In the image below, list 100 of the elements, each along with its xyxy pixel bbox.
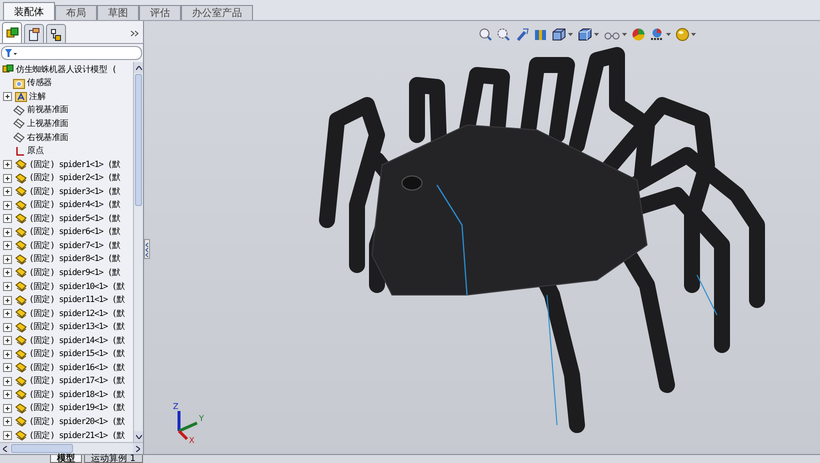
tree-item[interactable]: 上视基准面 [27, 118, 69, 130]
tree-item[interactable]: 原点 [27, 145, 44, 158]
caret-icon[interactable] [622, 33, 627, 36]
tree-item[interactable]: (固定) spider20<1> (默 [29, 416, 125, 428]
tree-item[interactable]: (固定) spider15<1> (默 [29, 348, 125, 360]
expand-toggle-icon[interactable] [3, 431, 12, 440]
tree-item[interactable]: (固定) spider5<1> (默 [29, 212, 120, 225]
expand-toggle-icon[interactable] [3, 309, 12, 318]
expand-toggle-icon[interactable] [3, 296, 12, 305]
command-tab[interactable]: 装配体 [3, 2, 55, 20]
configuration-icon [50, 28, 62, 40]
expand-toggle-icon[interactable] [3, 417, 12, 426]
part-icon [15, 186, 27, 198]
feature-tree-icon [6, 27, 18, 39]
part-icon [15, 322, 27, 333]
tree-item[interactable]: (固定) spider10<1> (默 [29, 280, 125, 293]
caret-icon[interactable] [691, 33, 696, 36]
tree-item[interactable]: (固定) spider7<1> (默 [29, 240, 120, 252]
expand-toggle-icon[interactable] [3, 200, 12, 210]
zoom-area-icon[interactable] [497, 28, 510, 41]
expand-toggle-icon[interactable] [3, 350, 12, 359]
expand-toggle-icon[interactable] [3, 92, 12, 102]
expand-toggle-icon[interactable] [3, 160, 12, 170]
expand-toggle-icon[interactable] [3, 187, 12, 196]
part-icon [15, 172, 27, 184]
tree-item[interactable]: (固定) spider6<1> (默 [29, 226, 120, 238]
tree-item[interactable]: (固定) spider13<1> (默 [29, 321, 125, 334]
tree-item[interactable]: 右视基准面 [27, 132, 69, 144]
command-tab[interactable]: 草图 [97, 5, 139, 20]
part-icon [15, 200, 27, 211]
panel-splitter-handle[interactable] [144, 239, 150, 259]
tree-item[interactable]: (固定) spider1<1> (默 [29, 158, 120, 171]
tree-item[interactable]: 前视基准面 [27, 104, 69, 116]
expand-toggle-icon[interactable] [3, 363, 12, 372]
part-icon [15, 213, 27, 224]
section-view-icon[interactable] [534, 28, 547, 41]
manager-tab[interactable] [46, 24, 66, 43]
tree-item[interactable]: (固定) spider4<1> (默 [29, 199, 120, 212]
scene-icon[interactable] [650, 28, 664, 41]
expand-toggle-icon[interactable] [3, 241, 12, 250]
scroll-left-button[interactable] [0, 443, 10, 454]
tree-item[interactable]: (固定) spider9<1> (默 [29, 266, 120, 279]
tree-item[interactable]: 注解 [29, 90, 46, 103]
horizontal-scrollbar-thumb[interactable] [11, 444, 73, 453]
expand-toggle-icon[interactable] [3, 336, 12, 346]
scroll-down-button[interactable] [134, 431, 143, 442]
part-icon [15, 362, 27, 374]
scroll-up-button[interactable] [134, 62, 143, 73]
view-orientation-icon[interactable] [552, 28, 566, 41]
annotation-folder-icon [15, 91, 27, 102]
tree-item[interactable]: 仿生蜘蛛机器人设计模型 ( [16, 64, 116, 76]
expand-toggle-icon[interactable] [3, 404, 12, 413]
tree-item[interactable]: (固定) spider21<1> (默 [29, 430, 125, 442]
tree-item[interactable]: (固定) spider2<1> (默 [29, 172, 120, 184]
scroll-right-button[interactable] [133, 443, 143, 454]
command-tab[interactable]: 评估 [139, 5, 181, 20]
previous-view-icon[interactable] [515, 28, 529, 41]
tree-item[interactable]: (固定) spider8<1> (默 [29, 253, 120, 266]
realview-sphere-icon[interactable] [676, 28, 689, 41]
expand-toggle-icon[interactable] [3, 282, 12, 292]
caret-icon[interactable] [568, 33, 573, 36]
tree-item[interactable]: (固定) spider3<1> (默 [29, 186, 120, 198]
expand-toggle-icon[interactable] [3, 390, 12, 400]
tree-item[interactable]: (固定) spider16<1> (默 [29, 362, 125, 374]
tree-item[interactable]: 传感器 [27, 77, 52, 90]
command-tab[interactable]: 办公室产品 [181, 5, 253, 20]
expand-chevron-icon[interactable] [130, 30, 139, 37]
caret-icon[interactable] [594, 33, 599, 36]
tree-item[interactable]: (固定) spider18<1> (默 [29, 388, 125, 401]
expand-toggle-icon[interactable] [3, 322, 12, 332]
expand-toggle-icon[interactable] [3, 228, 12, 237]
filter-field[interactable] [1, 46, 142, 60]
zoom-to-fit-icon[interactable] [479, 28, 492, 41]
expand-toggle-icon[interactable] [3, 254, 12, 264]
caret-icon[interactable] [666, 33, 671, 36]
tree-item[interactable]: (固定) spider14<1> (默 [29, 334, 125, 347]
manager-tab[interactable] [2, 22, 22, 43]
appearance-ball-icon[interactable] [632, 28, 645, 41]
expand-toggle-icon[interactable] [3, 376, 12, 386]
expand-toggle-icon[interactable] [3, 268, 12, 278]
part-icon [15, 348, 27, 360]
bottom-tab[interactable]: 运动算例 1 [84, 455, 143, 463]
part-icon [15, 281, 27, 292]
plane-icon [13, 104, 25, 116]
manager-tab[interactable] [24, 24, 44, 43]
expand-toggle-icon[interactable] [3, 174, 12, 183]
bottom-tab[interactable]: 模型 [50, 455, 82, 463]
command-tab[interactable]: 布局 [55, 5, 97, 20]
property-sheet-icon [28, 28, 40, 40]
part-icon [15, 240, 27, 252]
tree-item[interactable]: (固定) spider17<1> (默 [29, 375, 125, 388]
tree-item[interactable]: (固定) spider11<1> (默 [29, 294, 125, 306]
part-icon [15, 430, 27, 442]
caret-left-icon [3, 446, 7, 452]
expand-toggle-icon[interactable] [3, 214, 12, 224]
display-style-icon[interactable] [578, 28, 592, 41]
tree-item[interactable]: (固定) spider12<1> (默 [29, 308, 125, 320]
plane-icon [13, 132, 25, 143]
tree-item[interactable]: (固定) spider19<1> (默 [29, 402, 125, 414]
scrollbar-thumb[interactable] [135, 74, 142, 206]
